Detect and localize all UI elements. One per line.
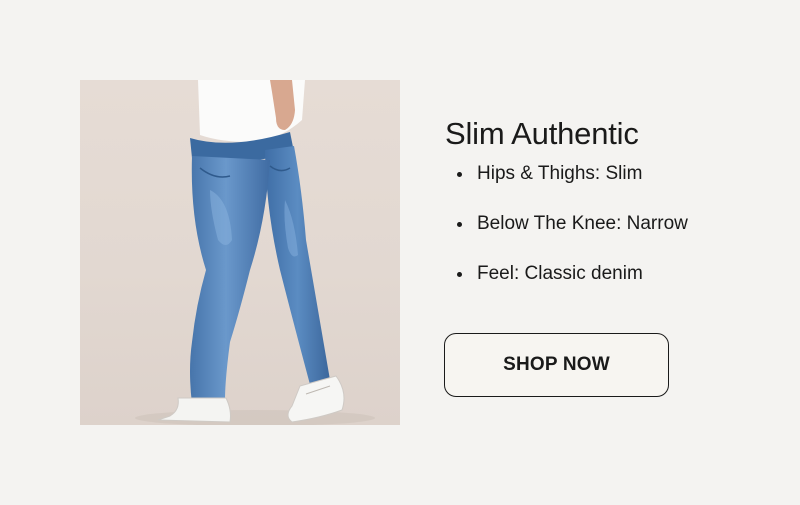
list-item: Below The Knee: Narrow	[445, 212, 765, 236]
bullet-icon	[457, 172, 462, 177]
product-image	[80, 80, 400, 425]
product-title: Slim Authentic	[445, 116, 639, 151]
list-item: Hips & Thighs: Slim	[445, 162, 765, 186]
feature-list: Hips & Thighs: Slim Below The Knee: Narr…	[445, 162, 765, 286]
feature-text: Feel: Classic denim	[477, 263, 643, 284]
list-item: Feel: Classic denim	[445, 262, 765, 286]
bullet-icon	[457, 272, 462, 277]
bullet-icon	[457, 222, 462, 227]
product-info: Slim Authentic Hips & Thighs: Slim Below…	[445, 112, 765, 312]
shop-now-button[interactable]: SHOP NOW	[444, 333, 669, 397]
feature-text: Hips & Thighs: Slim	[477, 163, 643, 184]
feature-text: Below The Knee: Narrow	[477, 213, 688, 234]
